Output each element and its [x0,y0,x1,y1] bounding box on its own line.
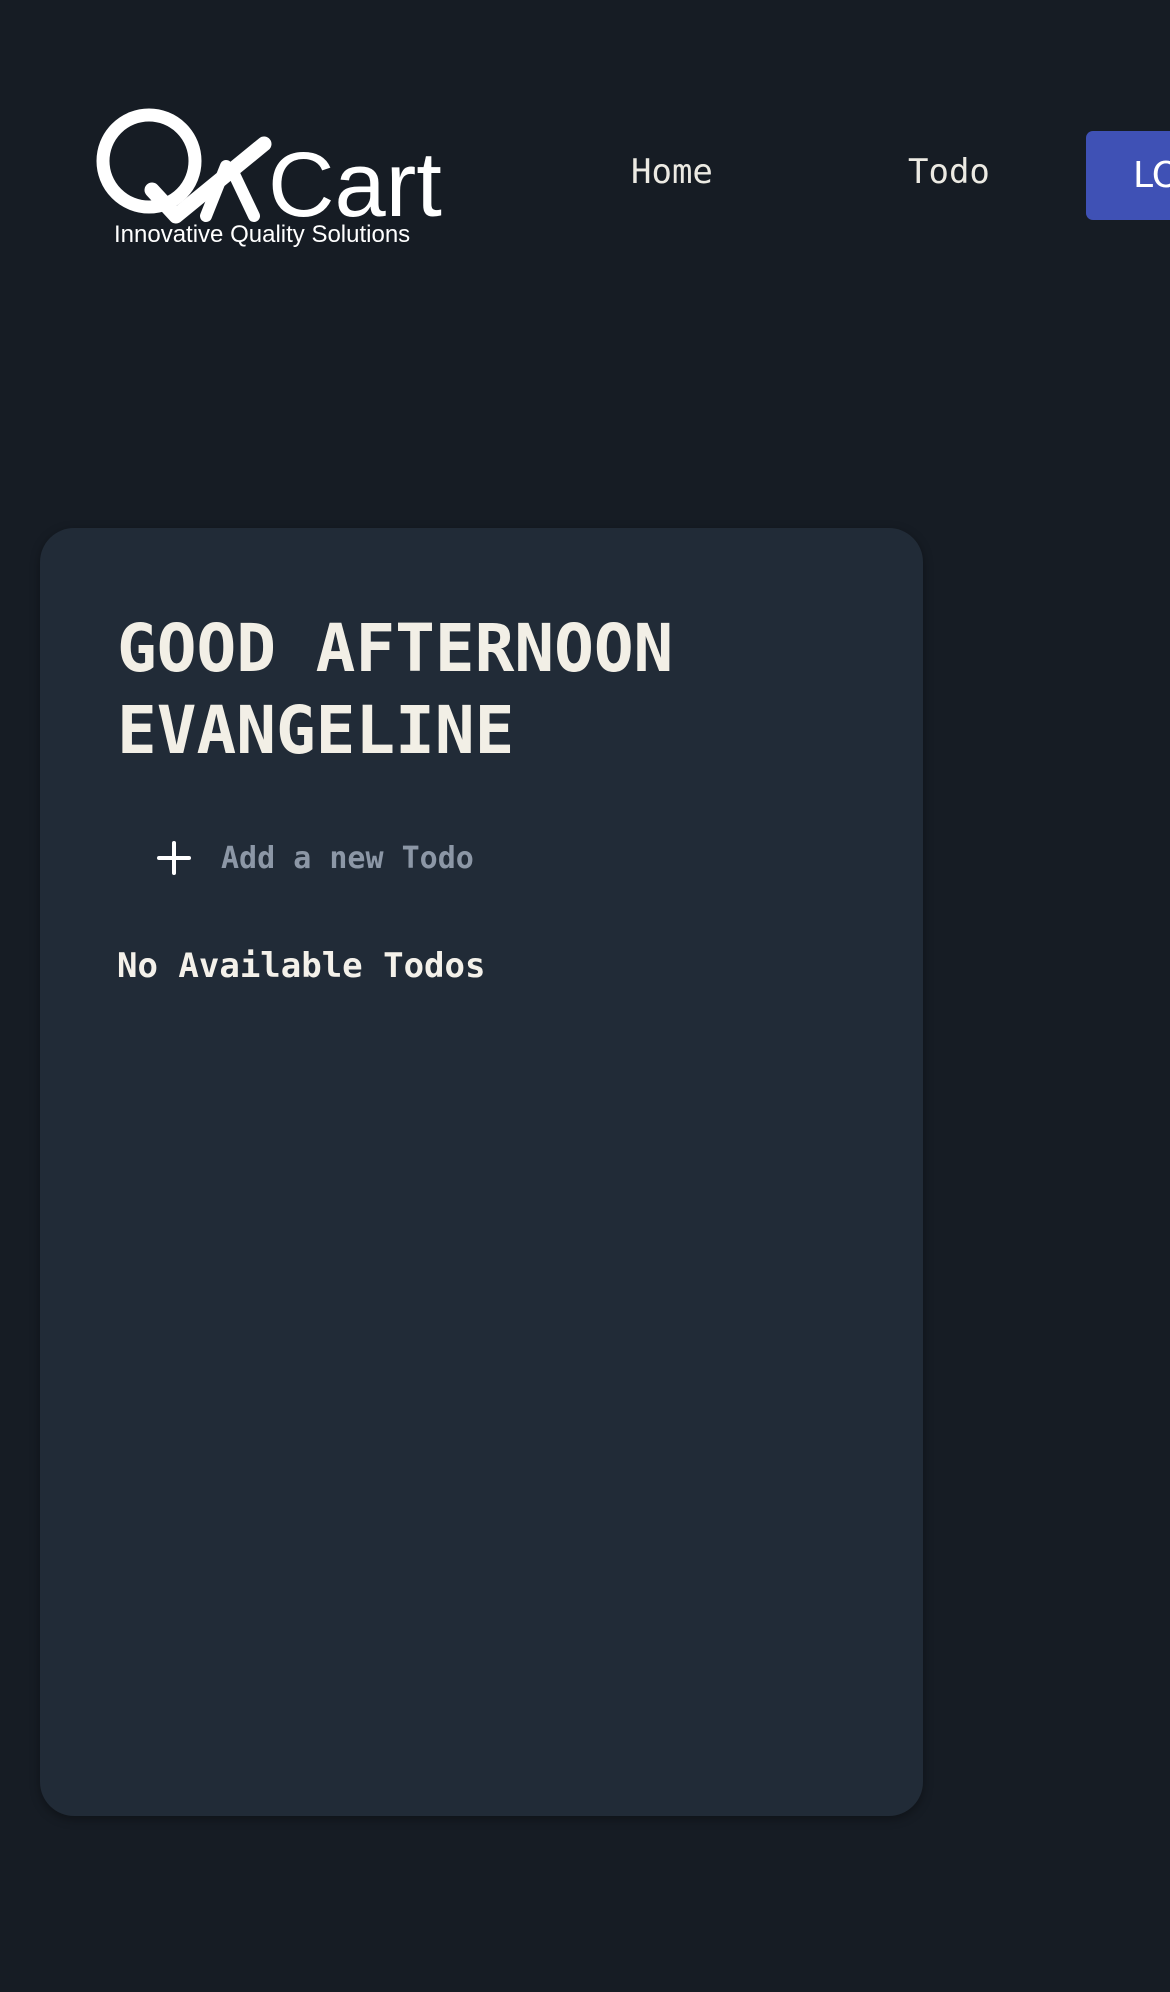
todo-card: GOOD AFTERNOON EVANGELINE No Available T… [40,528,923,1816]
greeting-line: GOOD AFTERNOON [117,610,674,687]
add-todo-input[interactable] [221,833,781,883]
greeting-heading: GOOD AFTERNOON EVANGELINE [117,608,837,772]
site-header: Cart Innovative Quality Solutions Home T… [0,0,1170,300]
logo-tagline: Innovative Quality Solutions [114,221,410,248]
empty-todos-message: No Available Todos [117,946,486,986]
nav-home-link[interactable]: Home [631,152,713,192]
plus-icon[interactable] [143,828,205,888]
nav-todo-link[interactable]: Todo [908,152,990,192]
user-name: EVANGELINE [117,692,515,769]
logout-button[interactable]: LOGOUT [1086,131,1170,220]
add-todo-row [117,828,837,888]
logo[interactable]: Cart Innovative Quality Solutions [94,104,464,254]
